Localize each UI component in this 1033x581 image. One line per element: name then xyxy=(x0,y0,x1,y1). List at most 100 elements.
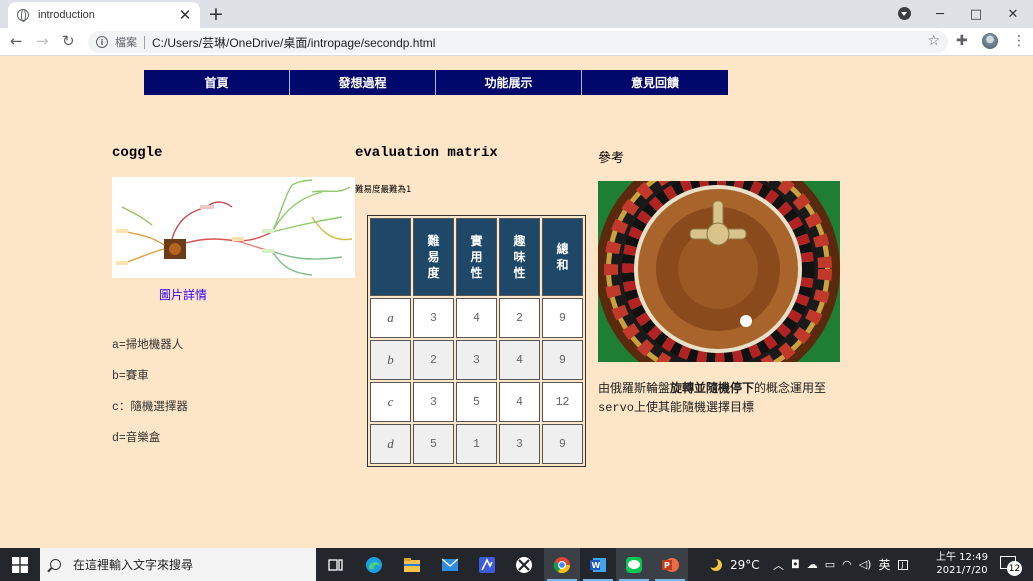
url-text[interactable]: C:/Users/芸琳/OneDrive/桌面/intropage/second… xyxy=(152,34,435,51)
row-label: c xyxy=(370,382,411,422)
table-cell: 4 xyxy=(499,382,540,422)
mail-icon[interactable] xyxy=(432,548,468,581)
extensions-icon[interactable]: ✚ xyxy=(956,33,968,49)
back-arrow-icon[interactable]: ← xyxy=(10,32,23,50)
windows-start-button[interactable] xyxy=(0,548,40,581)
meet-now-icon[interactable]: ◘ xyxy=(791,558,800,571)
table-cell: 3 xyxy=(456,340,497,380)
table-cell: 3 xyxy=(413,382,454,422)
row-label: a xyxy=(370,298,411,338)
legend-d: d=音樂盒 xyxy=(112,432,161,445)
powerpoint-icon[interactable]: P xyxy=(652,548,688,581)
table-row: a 3 4 2 9 xyxy=(370,298,583,338)
windows-logo-icon xyxy=(12,556,28,573)
table-row: c 3 5 4 12 xyxy=(370,382,583,422)
star-icon[interactable]: ☆ xyxy=(927,33,940,49)
close-tab-icon[interactable]: ✕ xyxy=(174,6,196,24)
table-cell: 3 xyxy=(413,298,454,338)
reload-icon[interactable]: ↻ xyxy=(62,32,75,50)
maximize-button[interactable]: □ xyxy=(958,0,994,28)
info-icon[interactable]: i xyxy=(96,36,108,48)
address-bar[interactable]: i 檔案 C:/Users/芸琳/OneDrive/桌面/intropage/s… xyxy=(88,31,948,53)
input-mode-icon[interactable]: J xyxy=(897,559,908,570)
ime-indicator[interactable]: 英 xyxy=(878,556,890,573)
weather-widget[interactable]: 29°C xyxy=(708,548,760,581)
roulette-wheel-image xyxy=(598,181,840,362)
evaluation-matrix-table: 難易度 實用性 趣味性 總和 a 3 4 2 9 b 2 3 4 9 c 3 5… xyxy=(367,215,586,467)
nav-ideation[interactable]: 發想過程 xyxy=(290,70,436,95)
table-cell: 9 xyxy=(542,298,583,338)
task-view-icon[interactable] xyxy=(318,548,354,581)
row-label: b xyxy=(370,340,411,380)
search-icon xyxy=(50,559,61,570)
reference-description: 由俄羅斯輪盤旋轉並隨機停下的概念運用至servo上使其能隨機選擇目標 xyxy=(598,381,827,415)
table-cell: 4 xyxy=(499,340,540,380)
table-cell: 5 xyxy=(413,424,454,464)
onedrive-icon[interactable]: ☁ xyxy=(807,558,818,571)
nav-home[interactable]: 首頁 xyxy=(144,70,290,95)
clock-time: 上午 12:49 xyxy=(936,552,988,563)
battery-icon[interactable]: ▭ xyxy=(825,558,835,571)
legend-b: b=賽車 xyxy=(112,370,149,383)
svg-text:P: P xyxy=(664,561,670,570)
table-cell: 9 xyxy=(542,424,583,464)
difficulty-note: 難易度最難為1 xyxy=(355,185,412,195)
file-explorer-icon[interactable] xyxy=(394,548,430,581)
tab-search-icon[interactable] xyxy=(898,7,911,20)
line-icon[interactable] xyxy=(616,548,652,581)
taskbar-clock[interactable]: 上午 12:49 2021/7/20 xyxy=(932,551,992,577)
close-window-button[interactable]: ✕ xyxy=(995,0,1031,28)
table-cell: 12 xyxy=(542,382,583,422)
weather-temp: 29°C xyxy=(730,557,760,572)
table-cell: 4 xyxy=(456,298,497,338)
xbox-icon[interactable] xyxy=(506,548,542,581)
volume-icon[interactable]: ◁) xyxy=(859,558,872,571)
legend-c: c：隨機選擇器 xyxy=(112,401,188,414)
edge-icon[interactable] xyxy=(356,548,392,581)
table-cell: 1 xyxy=(456,424,497,464)
browser-toolbar: ← → ↻ i 檔案 C:/Users/芸琳/OneDrive/桌面/intro… xyxy=(0,28,1033,56)
header-practicality: 實用性 xyxy=(456,218,497,296)
table-cell: 2 xyxy=(499,298,540,338)
wifi-icon[interactable]: ◠ xyxy=(842,558,852,571)
image-details-link[interactable]: 圖片詳情 xyxy=(159,286,207,303)
table-cell: 9 xyxy=(542,340,583,380)
tab-title: introduction xyxy=(38,9,95,21)
table-cell: 3 xyxy=(499,424,540,464)
svg-text:W: W xyxy=(592,561,601,570)
mind-map-image xyxy=(112,177,355,278)
word-icon[interactable]: W xyxy=(580,548,616,581)
header-difficulty: 難易度 xyxy=(413,218,454,296)
nav-feedback[interactable]: 意見回饋 xyxy=(582,70,728,95)
divider xyxy=(144,35,145,49)
table-row: d 5 1 3 9 xyxy=(370,424,583,464)
kebab-menu-icon[interactable]: ⋮ xyxy=(1012,33,1026,49)
taskbar-search-placeholder: 在這裡輸入文字來搜尋 xyxy=(73,558,194,572)
reference-heading: 參考 xyxy=(598,151,625,166)
new-tab-button[interactable]: + xyxy=(208,3,224,25)
profile-icon[interactable] xyxy=(982,33,998,49)
moon-icon xyxy=(708,557,722,571)
whiteboard-icon[interactable] xyxy=(469,548,505,581)
windows-taskbar: 在這裡輸入文字來搜尋 W P 29°C ︿ ◘ ☁ ▭ ◠ ◁) 英 J 上午 … xyxy=(0,548,1033,581)
chevron-up-icon[interactable]: ︿ xyxy=(773,557,784,573)
taskbar-search[interactable]: 在這裡輸入文字來搜尋 xyxy=(40,548,316,581)
table-row: b 2 3 4 9 xyxy=(370,340,583,380)
nav-demo[interactable]: 功能展示 xyxy=(436,70,582,95)
tab-strip: introduction ✕ + ─ □ ✕ xyxy=(0,0,1033,28)
minimize-button[interactable]: ─ xyxy=(922,0,958,28)
site-nav: 首頁 發想過程 功能展示 意見回饋 xyxy=(144,70,728,95)
notification-count: 12 xyxy=(1007,561,1022,576)
globe-icon xyxy=(17,9,29,22)
forward-arrow-icon[interactable]: → xyxy=(36,32,49,50)
table-header-row: 難易度 實用性 趣味性 總和 xyxy=(370,218,583,296)
chrome-icon[interactable] xyxy=(544,548,580,581)
legend-a: a=掃地機器人 xyxy=(112,339,184,352)
browser-tab[interactable]: introduction ✕ xyxy=(8,2,200,28)
header-fun: 趣味性 xyxy=(499,218,540,296)
coggle-heading: coggle xyxy=(112,145,163,161)
table-cell: 2 xyxy=(413,340,454,380)
row-label: d xyxy=(370,424,411,464)
system-tray[interactable]: ︿ ◘ ☁ ▭ ◠ ◁) 英 J xyxy=(773,548,908,581)
table-cell: 5 xyxy=(456,382,497,422)
